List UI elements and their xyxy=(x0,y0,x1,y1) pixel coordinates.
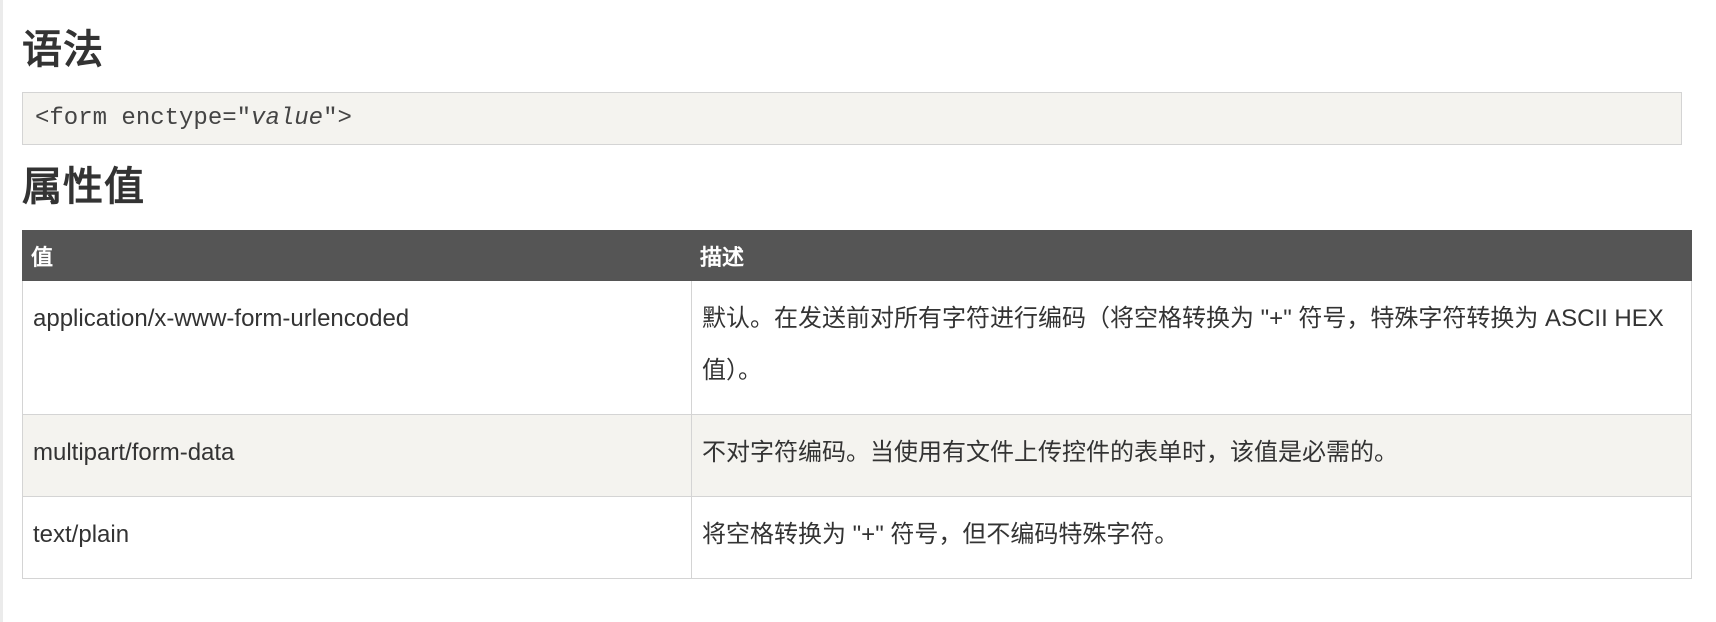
table-header-row: 值 描述 xyxy=(22,230,1692,281)
code-prefix: <form enctype=" xyxy=(35,105,252,132)
syntax-heading: 语法 xyxy=(22,27,104,73)
attribute-values-table: 值 描述 application/x-www-form-urlencoded 默… xyxy=(22,230,1692,579)
code-param: value xyxy=(251,105,324,132)
syntax-code-block: <form enctype="value"> xyxy=(22,92,1682,145)
table-row: multipart/form-data 不对字符编码。当使用有文件上传控件的表单… xyxy=(22,414,1692,497)
table-row: application/x-www-form-urlencoded 默认。在发送… xyxy=(22,280,1692,415)
attribute-values-heading: 属性值 xyxy=(22,164,145,210)
description-cell: 将空格转换为 "+" 符号，但不编码特殊字符。 xyxy=(691,496,1692,579)
code-suffix: "> xyxy=(323,105,352,132)
description-cell: 默认。在发送前对所有字符进行编码（将空格转换为 "+" 符号，特殊字符转换为 A… xyxy=(691,280,1692,415)
article-content: 语法 <form enctype="value"> 属性值 值 描述 appli… xyxy=(22,0,1692,579)
value-cell: application/x-www-form-urlencoded xyxy=(22,280,692,415)
description-cell: 不对字符编码。当使用有文件上传控件的表单时，该值是必需的。 xyxy=(691,414,1692,497)
column-header-description: 描述 xyxy=(691,230,1692,281)
left-border xyxy=(0,0,3,622)
table-row: text/plain 将空格转换为 "+" 符号，但不编码特殊字符。 xyxy=(22,496,1692,579)
value-cell: multipart/form-data xyxy=(22,414,692,497)
value-cell: text/plain xyxy=(22,496,692,579)
column-header-value: 值 xyxy=(22,230,692,281)
